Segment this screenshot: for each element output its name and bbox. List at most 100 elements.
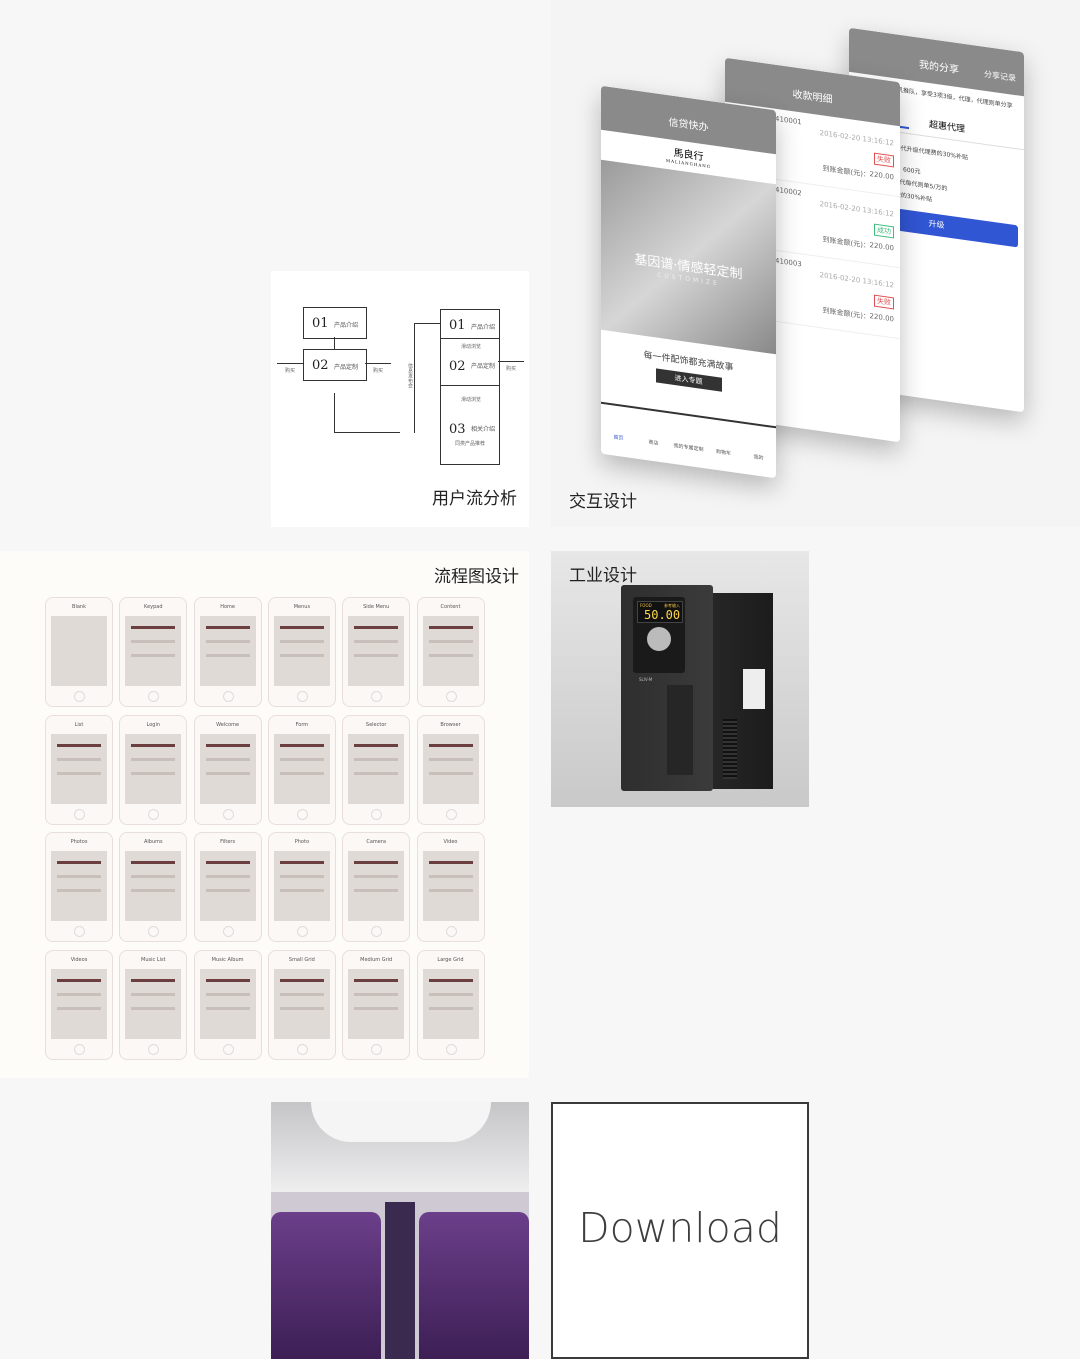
wireframe-title: Albums <box>143 839 163 845</box>
amount-label: 到账金额(元)： <box>822 306 870 322</box>
phone-title: 信贷快办 <box>668 117 709 134</box>
flow-step-number: 02 <box>449 359 466 374</box>
wireframe-line <box>428 875 473 878</box>
flowchart-design-tile[interactable]: 流程图设计 Blank Keypad Home Menus Side Menu Conte… <box>0 551 529 1078</box>
wireframe-line <box>205 654 250 657</box>
amount-value: 220.00 <box>869 312 895 324</box>
home-button-icon <box>371 926 383 937</box>
wireframe-screen <box>125 733 182 804</box>
interaction-design-tile[interactable]: 我的分享 分享记录 ，加入河马付手机推队，享受3项3级，代理，代理则单分享赚不停… <box>551 0 1080 527</box>
flow-box-customize: 02 产品定制 <box>303 349 367 381</box>
wireframe-line <box>279 626 324 629</box>
home-button-icon <box>148 926 160 937</box>
flow-vertical-label: 信息发布会 <box>407 363 413 388</box>
seat-left <box>271 1212 381 1359</box>
flow-mini-label: 滑动浏览 <box>461 344 482 350</box>
home-button-icon <box>445 926 457 937</box>
wireframe-line <box>428 771 473 775</box>
wireframe-screen <box>199 968 256 1039</box>
user-flow-tile[interactable]: 01 产品介绍 02 产品定制 购买 购买 信息发布会 01 产品介绍 滑动浏览… <box>271 271 529 527</box>
home-button-icon <box>222 691 234 702</box>
control-panel: FOOD 参考输入 50.00 <box>633 597 685 673</box>
flow-arrow-label: 购买 <box>285 368 296 374</box>
home-button-icon <box>445 691 457 702</box>
wireframe-line <box>354 640 399 643</box>
wireframe-screen <box>348 851 405 921</box>
flow-arrow-label: 购买 <box>506 366 517 372</box>
wireframe-line <box>428 992 473 996</box>
share-record-link[interactable]: 分享记录 <box>984 47 1016 107</box>
wireframe-title: Browser <box>440 721 461 728</box>
wireframe-line <box>131 757 176 761</box>
wireframe-title: Photos <box>70 839 88 845</box>
cabin-design-tile[interactable] <box>271 1102 529 1359</box>
wireframe-line <box>131 654 176 657</box>
home-button-icon <box>148 691 160 702</box>
wireframe-line <box>131 640 176 643</box>
flow-box-intro-2: 01 产品介绍 <box>440 309 500 339</box>
wireframe-card: Filters <box>193 832 262 942</box>
home-button-icon <box>296 1043 308 1055</box>
enter-topic-button[interactable]: 进入专题 <box>655 368 722 392</box>
ceiling-light <box>311 1102 491 1142</box>
wireframe-screen <box>199 616 256 686</box>
wireframe-line <box>205 626 250 629</box>
industrial-design-tile[interactable]: 工业设计 FOOD 参考输入 50.00 SLIV-M <box>551 551 809 807</box>
tab-custom[interactable]: 我的专属定制 <box>671 414 706 469</box>
download-button[interactable]: Download <box>551 1102 809 1359</box>
tab-super-agent[interactable]: 超惠代理 <box>929 117 965 137</box>
wireframe-screen <box>273 616 330 686</box>
wireframe-line <box>428 889 473 892</box>
wireframe-line <box>131 992 176 996</box>
tab-cart[interactable]: 购物车 <box>706 418 741 473</box>
brand-label: SLIV-M <box>639 677 653 682</box>
wireframe-line <box>279 743 324 747</box>
display-screen: FOOD 参考输入 50.00 <box>637 601 683 623</box>
home-button-icon <box>296 808 308 820</box>
wireframe-line <box>57 978 101 982</box>
wireframe-line <box>57 1006 101 1010</box>
wireframe-screen <box>422 616 479 686</box>
display-value: 50.00 <box>644 608 681 622</box>
wireframe-card: Photo <box>267 832 336 942</box>
wireframe-screen <box>51 616 107 686</box>
wireframe-title: Small Grid <box>288 956 315 963</box>
wireframe-title: Filters <box>220 839 236 845</box>
wireframe-line <box>205 978 250 982</box>
wireframe-card: List <box>45 714 113 825</box>
flow-box-customize-2: 滑动浏览 02 产品定制 <box>440 338 500 386</box>
wireframe-title: Music Album <box>211 956 244 963</box>
flow-arrow-label: 购买 <box>373 368 384 374</box>
wireframe-screen <box>348 733 405 804</box>
wireframe-line <box>354 875 399 878</box>
wireframe-line <box>354 1006 399 1010</box>
wireframe-line <box>205 875 250 878</box>
wireframe-line <box>279 640 324 643</box>
home-button-icon <box>74 926 85 937</box>
flow-connector <box>334 393 335 433</box>
amount-label: 到账金额(元)： <box>822 235 870 251</box>
wireframe-title: Large Grid <box>437 956 464 963</box>
wireframe-line <box>57 875 101 878</box>
wireframe-card: Menus <box>267 597 336 707</box>
wireframe-line <box>279 978 324 982</box>
receipt-date: 2016-02-20 13:16:12 <box>819 200 894 219</box>
wireframe-title: Home <box>220 604 235 610</box>
tab-home[interactable]: 首页 <box>601 404 636 459</box>
flow-step-text: 产品介绍 <box>471 324 496 331</box>
phone-title: 我的分享 <box>919 59 959 77</box>
tile-label: 流程图设计 <box>434 567 519 587</box>
tab-mine[interactable]: 我的 <box>741 423 776 478</box>
wireframe-title: Music List <box>141 956 166 963</box>
wireframe-line <box>428 640 473 643</box>
wireframe-screen <box>348 616 405 686</box>
wireframe-line <box>57 992 101 996</box>
wireframe-line <box>205 889 250 892</box>
home-button-icon <box>296 691 308 702</box>
wireframe-card: Music Album <box>193 949 262 1060</box>
wireframe-line <box>131 626 176 629</box>
wireframe-card: Blank <box>45 597 113 707</box>
wireframe-card: Keypad <box>119 597 188 707</box>
tab-store[interactable]: 商店 <box>636 409 671 464</box>
flow-arrow-right <box>365 363 391 364</box>
